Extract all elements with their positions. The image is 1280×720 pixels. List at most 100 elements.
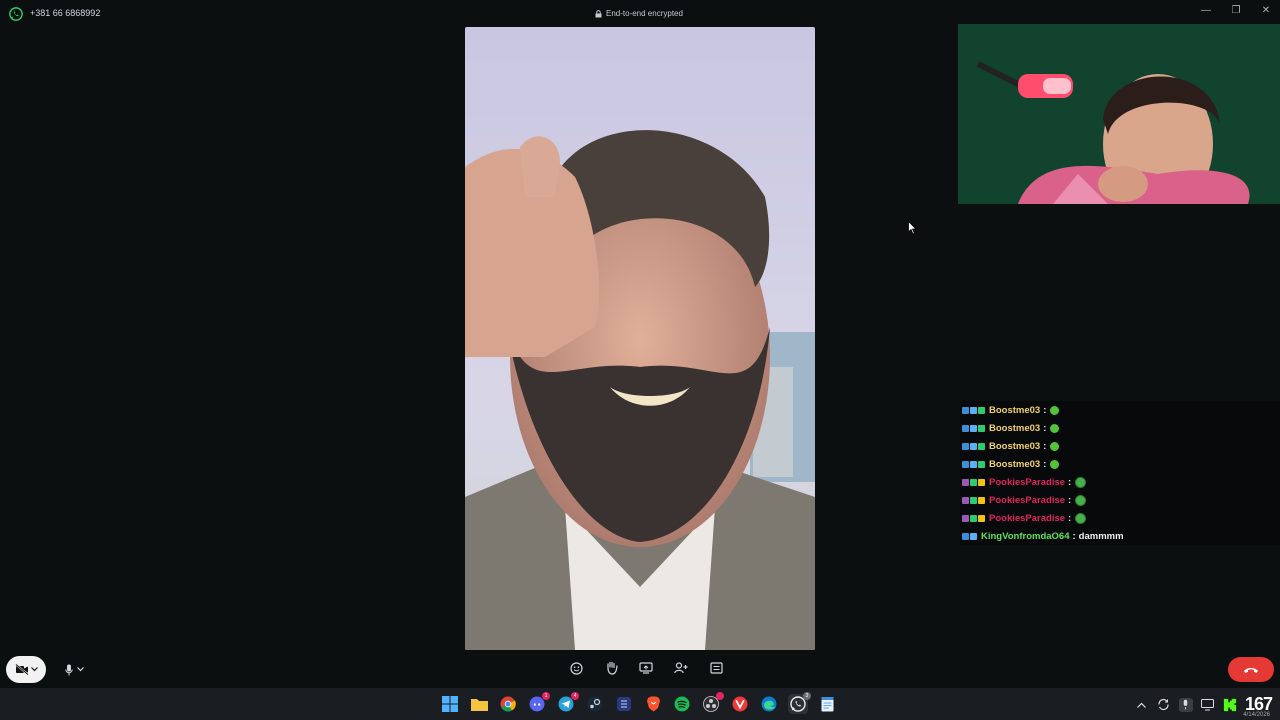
share-screen-button[interactable] [638, 660, 654, 676]
whatsapp-taskbar-button[interactable]: 3 [788, 692, 811, 714]
chat-message: Boostme03: [960, 401, 1280, 419]
title-bar: +381 66 6868992 End-to-end encrypted — ❐… [0, 0, 1280, 26]
chat-badge-icon [978, 442, 985, 450]
lock-icon [595, 9, 602, 17]
chat-badge-icon [962, 406, 969, 414]
show-hidden-icons-button[interactable] [1135, 698, 1149, 712]
chat-badge-icon [978, 496, 985, 504]
chat-badge-icon [962, 460, 969, 468]
microphone-toggle-button[interactable] [56, 656, 92, 683]
microphone-tray-button[interactable] [1178, 697, 1193, 712]
start-button[interactable] [440, 694, 460, 714]
chat-emote-icon [1050, 405, 1060, 415]
chat-emote-icon [1050, 441, 1060, 451]
chat-badge-icon [970, 424, 977, 432]
brave-icon [646, 696, 660, 712]
chat-badge-icon [962, 532, 969, 540]
obs-recording-indicator [716, 692, 724, 700]
end-call-button[interactable] [1228, 657, 1274, 682]
minimize-button[interactable]: — [1198, 4, 1214, 18]
display-tray-button[interactable] [1201, 698, 1215, 712]
chat-separator: : [1072, 530, 1076, 542]
chat-badges [962, 532, 977, 540]
discord-button[interactable]: 1 [527, 692, 550, 714]
taskbar: 1 4 3 167 4/14/2026 [0, 688, 1280, 720]
camera-toggle-button[interactable] [6, 656, 46, 683]
chat-separator: : [1043, 440, 1047, 452]
chevron-down-icon [30, 667, 38, 672]
chat-badge-icon [970, 406, 977, 414]
chat-separator: : [1043, 422, 1047, 434]
chrome-icon [500, 696, 516, 712]
taskbar-apps: 1 4 3 [440, 692, 837, 714]
chat-username[interactable]: PookiesParadise [989, 477, 1065, 488]
caller-number: +381 66 6868992 [30, 8, 101, 18]
brave-button[interactable] [643, 694, 663, 714]
telegram-button[interactable]: 4 [556, 692, 579, 714]
obs-button[interactable] [701, 692, 724, 714]
chat-emote-icon [1075, 494, 1087, 506]
chat-message: KingVonfromdaO64: dammmm [960, 527, 1280, 545]
clock-date[interactable]: 4/14/2026 [1243, 712, 1270, 718]
kick-tray-button[interactable] [1223, 698, 1237, 712]
call-toolbar [568, 660, 724, 676]
raise-hand-button[interactable] [603, 660, 619, 676]
chat-badge-icon [978, 406, 985, 414]
chevron-down-icon [76, 667, 84, 672]
chat-separator: : [1068, 494, 1072, 506]
chat-username[interactable]: Boostme03 [989, 423, 1040, 434]
webcam-frame [958, 24, 1280, 204]
add-person-icon [674, 662, 688, 674]
emoji-reaction-button[interactable] [568, 660, 584, 676]
chat-badges [962, 460, 985, 468]
windows-logo-icon [442, 696, 458, 712]
chat-badge-icon [978, 460, 985, 468]
monitor-icon [1201, 698, 1215, 710]
raise-hand-icon [606, 661, 618, 675]
share-screen-icon [639, 662, 653, 674]
chat-username[interactable]: Boostme03 [989, 441, 1040, 452]
edge-button[interactable] [759, 694, 779, 714]
chat-username[interactable]: Boostme03 [989, 459, 1040, 470]
chat-username[interactable]: PookiesParadise [989, 495, 1065, 506]
window-controls: — ❐ ✕ [1198, 4, 1274, 18]
chat-badge-icon [978, 514, 985, 522]
chat-badges [962, 496, 985, 504]
chat-badge-icon [970, 514, 977, 522]
chat-username[interactable]: Boostme03 [989, 405, 1040, 416]
notepad-icon [821, 697, 833, 712]
chat-emote-icon [1050, 423, 1060, 433]
add-participant-button[interactable] [673, 660, 689, 676]
chat-username[interactable]: KingVonfromdaO64 [981, 531, 1070, 542]
chat-username[interactable]: PookiesParadise [989, 513, 1065, 524]
chat-separator: : [1068, 512, 1072, 524]
chat-badge-icon [970, 442, 977, 450]
close-button[interactable]: ✕ [1258, 4, 1274, 18]
chat-badges [962, 442, 985, 450]
encryption-label: End-to-end encrypted [606, 9, 683, 18]
chat-message: Boostme03: [960, 455, 1280, 473]
chat-badge-icon [962, 514, 969, 522]
folder-icon [470, 699, 488, 711]
chrome-button[interactable] [498, 694, 518, 714]
file-explorer-button[interactable] [469, 694, 489, 714]
discord-notification-badge: 1 [542, 692, 550, 700]
chat-badge-icon [962, 478, 969, 486]
chat-message-text: dammmm [1078, 530, 1124, 542]
vivaldi-button[interactable] [730, 694, 750, 714]
more-options-button[interactable] [708, 660, 724, 676]
whatsapp-notification-badge: 3 [803, 692, 811, 700]
edge-icon [761, 696, 777, 712]
chat-badge-icon [978, 424, 985, 432]
sync-tray-button[interactable] [1157, 698, 1171, 712]
restore-button[interactable]: ❐ [1228, 4, 1244, 18]
notepad-button[interactable] [817, 694, 837, 714]
microphone-icon [64, 664, 73, 675]
hang-up-icon [1244, 667, 1258, 673]
chat-badge-icon [970, 478, 977, 486]
app-button[interactable] [614, 694, 634, 714]
chat-badges [962, 424, 985, 432]
app-icon [617, 697, 631, 711]
steam-button[interactable] [585, 694, 605, 714]
spotify-button[interactable] [672, 694, 692, 714]
